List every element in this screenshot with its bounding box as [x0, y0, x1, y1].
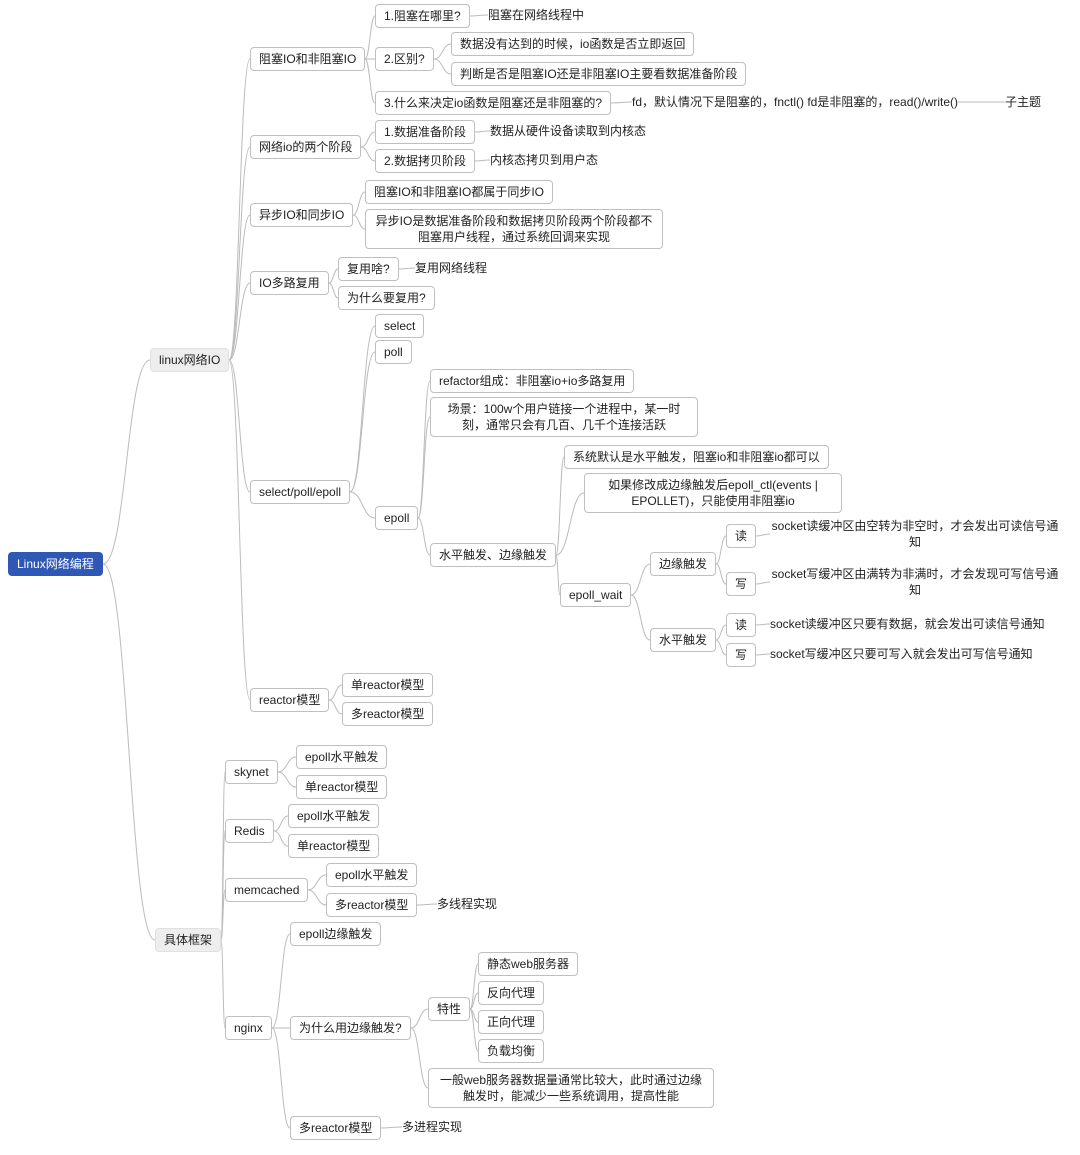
io-two-p2d: 内核态拷贝到用户态: [490, 152, 598, 168]
spe-r1[interactable]: refactor组成：非阻塞io+io多路复用: [430, 369, 634, 393]
nginx-feat[interactable]: 特性: [428, 997, 470, 1021]
nginx-a[interactable]: epoll边缘触发: [290, 922, 381, 946]
spe-poll[interactable]: poll: [375, 340, 412, 364]
io-block-q2[interactable]: 2.区别?: [375, 47, 434, 71]
io-two-p1[interactable]: 1.数据准备阶段: [375, 120, 475, 144]
nginx-f3[interactable]: 正向代理: [478, 1010, 544, 1034]
spe-edge-wr[interactable]: 写: [726, 572, 756, 596]
io-two-p1d: 数据从硬件设备读取到内核态: [490, 123, 646, 139]
io-sync-a[interactable]: 阻塞IO和非阻塞IO都属于同步IO: [365, 180, 553, 204]
nginx-f1[interactable]: 静态web服务器: [478, 952, 578, 976]
io-sync[interactable]: 异步IO和同步IO: [250, 203, 353, 227]
nginx-note[interactable]: 一般web服务器数据量通常比较大，此时通过边缘触发时，能减少一些系统调用，提高性…: [428, 1068, 714, 1108]
spe-lev-wr[interactable]: 写: [726, 643, 756, 667]
reactor-a[interactable]: 单reactor模型: [342, 673, 433, 697]
spe-d2[interactable]: 如果修改成边缘触发后epoll_ctl(events | EPOLLET)，只能…: [584, 473, 842, 513]
nginx-why[interactable]: 为什么用边缘触发?: [290, 1016, 411, 1040]
spe-ew[interactable]: epoll_wait: [560, 583, 631, 607]
io-two[interactable]: 网络io的两个阶段: [250, 135, 361, 159]
io-block-a2b[interactable]: 判断是否是阻塞IO还是非阻塞IO主要看数据准备阶段: [451, 62, 746, 86]
io-mux-q1[interactable]: 复用啥?: [338, 257, 399, 281]
io-reactor[interactable]: reactor模型: [250, 688, 329, 712]
spe-ewr: socket写缓冲区由满转为非满时，才会发现可写信号通知: [770, 566, 1060, 598]
l1-io[interactable]: linux网络IO: [150, 348, 229, 372]
spe-edge[interactable]: 边缘触发: [650, 552, 716, 576]
io-mux[interactable]: IO多路复用: [250, 271, 329, 295]
nginx-f4[interactable]: 负载均衡: [478, 1039, 544, 1063]
spe-r2[interactable]: 场景：100w个用户链接一个进程中，某一时刻，通常只会有几百、几千个连接活跃: [430, 397, 698, 437]
io-block-a3: fd，默认情况下是阻塞的，fnctl() fd是非阻塞的，read()/writ…: [632, 94, 958, 110]
spe-epoll[interactable]: epoll: [375, 506, 418, 530]
io-block-a2a[interactable]: 数据没有达到的时候，io函数是否立即返回: [451, 32, 694, 56]
fw-skynet[interactable]: skynet: [225, 760, 278, 784]
redis-b[interactable]: 单reactor模型: [288, 834, 379, 858]
nginx-f2[interactable]: 反向代理: [478, 981, 544, 1005]
spe-lw: socket写缓冲区只要可写入就会发出可写信号通知: [770, 646, 1033, 662]
io-mux-a1: 复用网络线程: [415, 260, 487, 276]
root[interactable]: Linux网络编程: [8, 552, 103, 576]
l1-fw[interactable]: 具体框架: [155, 928, 221, 952]
spe-er: socket读缓冲区由空转为非空时，才会发出可读信号通知: [770, 518, 1060, 550]
fw-memc[interactable]: memcached: [225, 878, 308, 902]
io-block[interactable]: 阻塞IO和非阻塞IO: [250, 47, 365, 71]
memc-b[interactable]: 多reactor模型: [326, 893, 417, 917]
memc-a[interactable]: epoll水平触发: [326, 863, 417, 887]
io-mux-q2[interactable]: 为什么要复用?: [338, 286, 435, 310]
redis-a[interactable]: epoll水平触发: [288, 804, 379, 828]
spe-lev-rd[interactable]: 读: [726, 613, 756, 637]
fw-redis[interactable]: Redis: [225, 819, 274, 843]
memc-c: 多线程实现: [437, 896, 497, 912]
spe-lr: socket读缓冲区只要有数据，就会发出可读信号通知: [770, 616, 1045, 632]
spe-trig[interactable]: 水平触发、边缘触发: [430, 543, 556, 567]
io-block-a3s: 子主题: [1005, 94, 1041, 110]
io-block-a1: 阻塞在网络线程中: [488, 7, 584, 23]
io-block-q3[interactable]: 3.什么来决定io函数是阻塞还是非阻塞的?: [375, 91, 611, 115]
io-block-q1[interactable]: 1.阻塞在哪里?: [375, 4, 470, 28]
nginx-mr[interactable]: 多reactor模型: [290, 1116, 381, 1140]
skynet-a[interactable]: epoll水平触发: [296, 745, 387, 769]
spe-select[interactable]: select: [375, 314, 424, 338]
io-spe[interactable]: select/poll/epoll: [250, 480, 350, 504]
io-sync-b[interactable]: 异步IO是数据准备阶段和数据拷贝阶段两个阶段都不阻塞用户线程，通过系统回调来实现: [365, 209, 663, 249]
spe-lev[interactable]: 水平触发: [650, 628, 716, 652]
spe-d1[interactable]: 系统默认是水平触发，阻塞io和非阻塞io都可以: [564, 445, 829, 469]
skynet-b[interactable]: 单reactor模型: [296, 775, 387, 799]
spe-edge-rd[interactable]: 读: [726, 524, 756, 548]
io-two-p2[interactable]: 2.数据拷贝阶段: [375, 149, 475, 173]
nginx-mp: 多进程实现: [402, 1119, 462, 1135]
fw-nginx[interactable]: nginx: [225, 1016, 272, 1040]
reactor-b[interactable]: 多reactor模型: [342, 702, 433, 726]
